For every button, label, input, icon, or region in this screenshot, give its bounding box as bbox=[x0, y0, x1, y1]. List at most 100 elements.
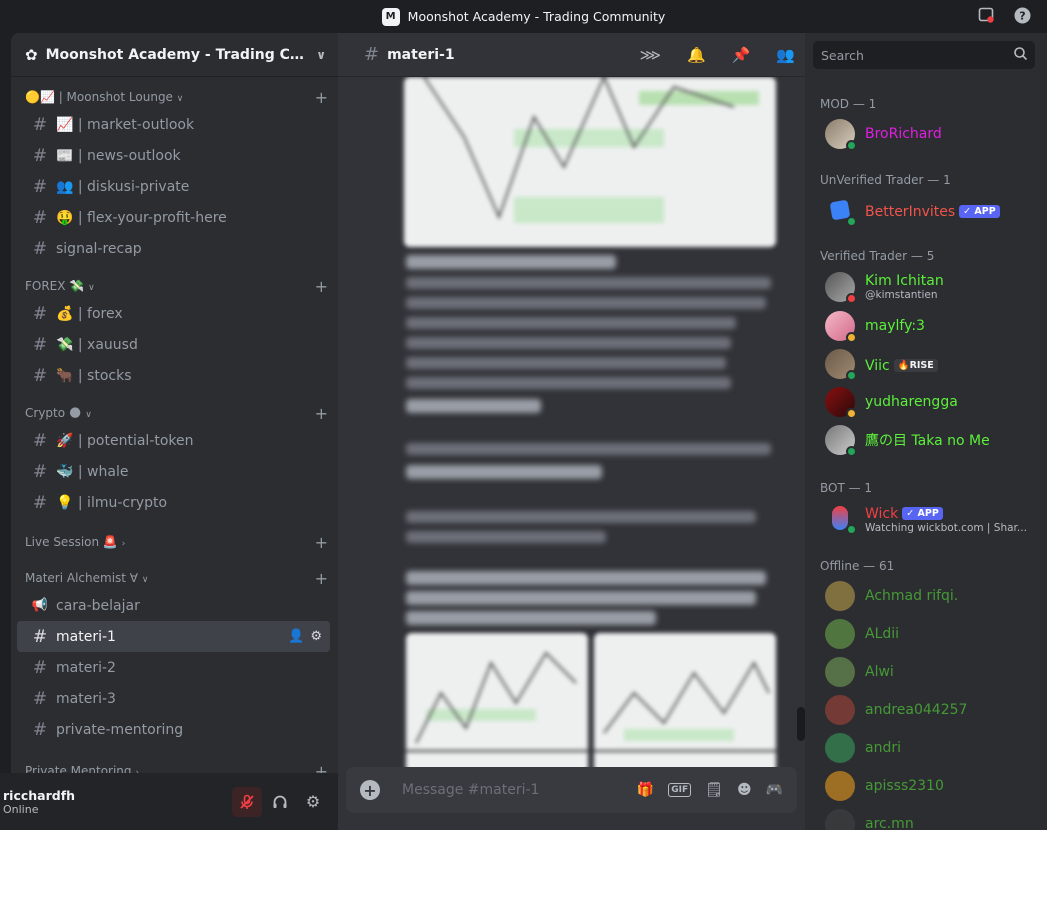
blurred-chart-image[interactable] bbox=[404, 77, 776, 247]
add-channel-icon[interactable]: + bbox=[315, 88, 328, 107]
channel-label: 💡 | ilmu-crypto bbox=[56, 494, 168, 511]
channel-cara-belajar[interactable]: 📢 cara-belajar bbox=[17, 590, 330, 621]
channel-market-outlook[interactable]: # 📈 | market-outlook bbox=[17, 109, 330, 140]
avatar bbox=[825, 503, 857, 535]
channel-label: 🚀 | potential-token bbox=[56, 432, 194, 449]
user-panel: ricchardfh Online ⚙ bbox=[0, 773, 338, 830]
member-item[interactable]: 鷹の目 Taka no Me bbox=[825, 422, 1040, 458]
member-item[interactable]: Alwi bbox=[825, 654, 1040, 690]
channel-materi-2[interactable]: # materi-2 bbox=[17, 652, 330, 683]
hash-icon: # bbox=[32, 492, 48, 513]
member-item[interactable]: apisss2310 bbox=[825, 768, 1040, 804]
avatar bbox=[825, 657, 855, 687]
member-name: andrea044257 bbox=[865, 702, 968, 718]
gif-icon[interactable]: GIF bbox=[668, 783, 692, 797]
announcement-icon: 📢 bbox=[31, 598, 49, 613]
scrollbar-thumb[interactable] bbox=[797, 707, 805, 741]
username: ricchardfh bbox=[3, 787, 76, 803]
category-label: Materi Alchemist ∀ bbox=[25, 571, 139, 585]
activities-icon[interactable]: 🎮 bbox=[766, 782, 783, 798]
member-group-header: BOT — 1 bbox=[820, 481, 873, 495]
mute-microphone-icon[interactable] bbox=[232, 786, 262, 817]
category-crypto[interactable]: Crypto 🌑 ∨ + bbox=[11, 401, 338, 425]
channel-materi-3[interactable]: # materi-3 bbox=[17, 683, 330, 714]
member-item[interactable]: arc.mn bbox=[825, 806, 1040, 830]
member-item[interactable]: maylfy:3 bbox=[825, 308, 1040, 344]
channel-stocks[interactable]: # 🐂 | stocks bbox=[17, 360, 330, 391]
channel-potential-token[interactable]: # 🚀 | potential-token bbox=[17, 425, 330, 456]
member-group-header: Offline — 61 bbox=[820, 559, 895, 573]
title-bar: M Moonshot Academy - Trading Community ? bbox=[0, 0, 1047, 33]
category-moonshot-lounge[interactable]: 🟡📈 | Moonshot Lounge ∨ + bbox=[11, 85, 338, 109]
channel-ilmu-crypto[interactable]: # 💡 | ilmu-crypto bbox=[17, 487, 330, 518]
blurred-chart-image[interactable] bbox=[594, 633, 776, 767]
add-channel-icon[interactable]: + bbox=[315, 277, 328, 296]
channel-news-outlook[interactable]: # 📰 | news-outlook bbox=[17, 140, 330, 171]
notification-bell-icon[interactable]: 🔔 bbox=[687, 46, 706, 64]
category-forex[interactable]: FOREX 💸 ∨ + bbox=[11, 274, 338, 298]
hash-icon: # bbox=[32, 461, 48, 482]
channel-whale[interactable]: # 🐳 | whale bbox=[17, 456, 330, 487]
member-name: yudharengga bbox=[865, 394, 958, 410]
server-header[interactable]: ✿ Moonshot Academy - Trading Commun... ∨ bbox=[11, 33, 338, 77]
blurred-text bbox=[406, 255, 616, 269]
channel-settings-icon[interactable]: ⚙ bbox=[310, 629, 322, 644]
user-status: Online bbox=[3, 802, 39, 816]
member-item[interactable]: Viic 🔥RISE bbox=[825, 346, 1040, 382]
member-item[interactable]: BetterInvites ✓ APP bbox=[825, 192, 1040, 228]
channel-flex-your-profit-here[interactable]: # 🤑 | flex-your-profit-here bbox=[17, 202, 330, 233]
member-item[interactable]: Wick ✓ APP Watching wickbot.com | Shar... bbox=[825, 500, 1040, 536]
avatar bbox=[825, 771, 855, 801]
gift-icon[interactable]: 🎁 bbox=[637, 782, 654, 798]
channel-signal-recap[interactable]: # signal-recap bbox=[17, 233, 330, 264]
category-live-session[interactable]: Live Session 🚨 › + bbox=[11, 530, 338, 554]
emoji-icon[interactable]: ☻ bbox=[737, 782, 752, 798]
member-item[interactable]: Kim Ichitan @kimstantien bbox=[825, 269, 1040, 305]
threads-icon[interactable]: ⋙ bbox=[640, 46, 661, 64]
member-item[interactable]: andri bbox=[825, 730, 1040, 766]
add-attachment-icon[interactable]: + bbox=[360, 780, 380, 800]
user-info[interactable]: ricchardfh Online bbox=[3, 788, 229, 816]
message-list[interactable] bbox=[338, 77, 805, 767]
headphones-icon[interactable] bbox=[265, 787, 295, 817]
hash-icon: # bbox=[32, 303, 48, 324]
search-input[interactable]: Search bbox=[813, 41, 1035, 69]
blurred-text bbox=[406, 377, 731, 389]
server-settings-icon: ✿ bbox=[25, 45, 38, 64]
blurred-text bbox=[406, 399, 541, 413]
sticker-icon[interactable]: 🗒 bbox=[705, 782, 723, 798]
member-name: ALdii bbox=[865, 626, 900, 642]
member-item[interactable]: Achmad rifqi. bbox=[825, 578, 1040, 614]
add-channel-icon[interactable]: + bbox=[315, 404, 328, 423]
channel-diskusi-private[interactable]: # 👥 | diskusi-private bbox=[17, 171, 330, 202]
member-list-icon[interactable]: 👥 bbox=[776, 46, 795, 64]
channel-private-mentoring[interactable]: # private-mentoring bbox=[17, 714, 330, 745]
add-channel-icon[interactable]: + bbox=[315, 569, 328, 588]
svg-text:?: ? bbox=[1019, 9, 1025, 22]
category-materi-alchemist[interactable]: Materi Alchemist ∀ ∨ + bbox=[11, 566, 338, 590]
user-settings-icon[interactable]: ⚙ bbox=[298, 787, 328, 817]
channel-label: 🐳 | whale bbox=[56, 463, 129, 480]
help-icon[interactable]: ? bbox=[1013, 6, 1031, 24]
channel-label: 🤑 | flex-your-profit-here bbox=[56, 209, 227, 226]
blurred-text bbox=[406, 443, 771, 455]
inbox-icon[interactable] bbox=[977, 6, 995, 24]
channel-label: 👥 | diskusi-private bbox=[56, 178, 190, 195]
add-channel-icon[interactable]: + bbox=[315, 533, 328, 552]
blurred-text bbox=[406, 337, 731, 349]
member-item[interactable]: BroRichard bbox=[825, 116, 1040, 152]
hash-icon: # bbox=[32, 207, 48, 228]
channel-materi-1[interactable]: # materi-1 👤 ⚙ bbox=[17, 621, 330, 652]
blurred-chart-image[interactable] bbox=[406, 633, 588, 767]
message-input[interactable]: Message #materi-1 bbox=[402, 782, 623, 798]
member-item[interactable]: yudharengga bbox=[825, 384, 1040, 420]
window-title: Moonshot Academy - Trading Community bbox=[407, 9, 666, 24]
message-composer[interactable]: + Message #materi-1 🎁 GIF 🗒 ☻ 🎮 bbox=[346, 767, 797, 813]
member-name: Viic bbox=[865, 357, 890, 374]
create-invite-icon[interactable]: 👤 bbox=[288, 629, 304, 644]
pin-icon[interactable]: 📌 bbox=[732, 46, 751, 64]
member-item[interactable]: ALdii bbox=[825, 616, 1040, 652]
member-item[interactable]: andrea044257 bbox=[825, 692, 1040, 728]
channel-forex[interactable]: # 💰 | forex bbox=[17, 298, 330, 329]
channel-xauusd[interactable]: # 💸 | xauusd bbox=[17, 329, 330, 360]
